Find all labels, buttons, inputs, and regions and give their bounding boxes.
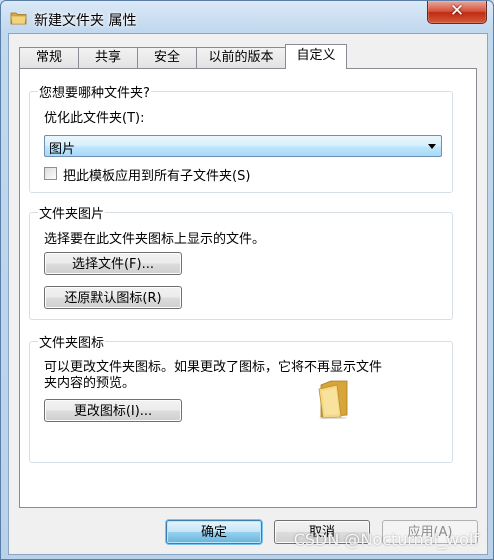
group-title: 文件夹图标 xyxy=(38,332,106,351)
tab-previous-versions[interactable]: 以前的版本 xyxy=(196,47,286,68)
properties-window: 新建文件夹 属性 ✕ 常规 共享 安全 以前的版本 自定义 您想要哪种文件夹? … xyxy=(0,0,494,560)
group-title: 文件夹图片 xyxy=(38,203,106,222)
group-title: 您想要哪种文件夹? xyxy=(38,82,151,101)
folder-type-group: 您想要哪种文件夹? 优化此文件夹(T): 图片 把此模板应用到所有子文件夹(S) xyxy=(29,82,453,193)
title-bar[interactable]: 新建文件夹 属性 ✕ xyxy=(1,1,493,33)
folder-pictures-group: 文件夹图片 选择要在此文件夹图标上显示的文件。 选择文件(F)... 还原默认图… xyxy=(29,203,453,320)
apply-subfolders-label[interactable]: 把此模板应用到所有子文件夹(S) xyxy=(63,165,250,184)
folder-icon xyxy=(317,379,351,423)
window-title: 新建文件夹 属性 xyxy=(34,13,137,29)
apply-subfolders-checkbox[interactable] xyxy=(44,167,57,180)
chevron-down-icon xyxy=(428,144,436,149)
tab-security[interactable]: 安全 xyxy=(137,47,197,68)
close-button[interactable]: ✕ xyxy=(427,1,487,24)
optimize-folder-select[interactable]: 图片 xyxy=(44,135,442,157)
optimize-label: 优化此文件夹(T): xyxy=(44,111,145,126)
tab-customize[interactable]: 自定义 xyxy=(285,44,347,69)
dialog-client-area: 常规 共享 安全 以前的版本 自定义 您想要哪种文件夹? 优化此文件夹(T): … xyxy=(8,33,488,555)
select-value: 图片 xyxy=(49,142,76,157)
folder-icons-description-line2: 夹内容的预览。 xyxy=(44,376,136,391)
folder-icon xyxy=(10,10,28,30)
restore-default-button[interactable]: 还原默认图标(R) xyxy=(44,286,182,309)
customize-panel: 您想要哪种文件夹? 优化此文件夹(T): 图片 把此模板应用到所有子文件夹(S)… xyxy=(19,68,477,508)
folder-pictures-description: 选择要在此文件夹图标上显示的文件。 xyxy=(44,232,266,247)
tab-sharing[interactable]: 共享 xyxy=(78,47,138,68)
folder-icons-group: 文件夹图标 可以更改文件夹图标。如果更改了图标，它将不再显示文件 夹内容的预览。… xyxy=(29,332,453,463)
tab-general[interactable]: 常规 xyxy=(19,47,79,68)
choose-file-button[interactable]: 选择文件(F)... xyxy=(44,252,182,275)
close-icon: ✕ xyxy=(449,1,465,21)
ok-button[interactable]: 确定 xyxy=(166,520,262,544)
change-icon-button[interactable]: 更改图标(I)... xyxy=(44,399,182,422)
watermark: CSDN @Nocturnal_wolf xyxy=(293,530,479,549)
